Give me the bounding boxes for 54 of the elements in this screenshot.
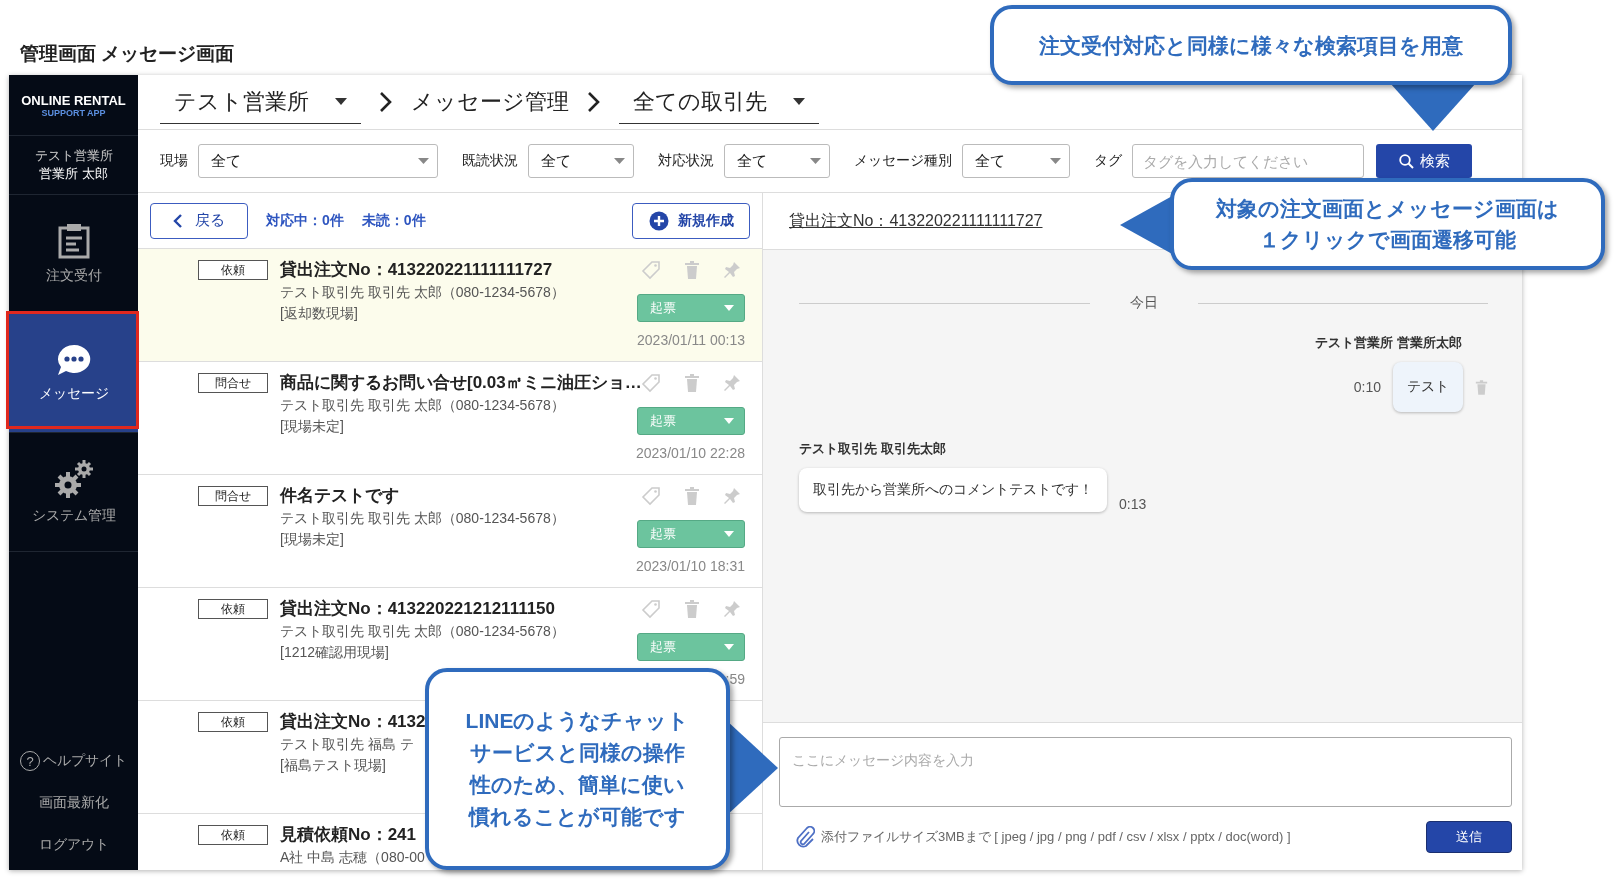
site-text: [1212確認用現場] — [280, 643, 389, 662]
callout-text: １クリックで画面遷移可能 — [1259, 227, 1516, 253]
site-text: [現場未定] — [280, 530, 344, 549]
message-title: 貸出注文No：4132 — [280, 711, 426, 733]
timestamp: 2023/01/10 22:28 — [636, 445, 745, 461]
contact-text: テスト取引先 取引先 太郎（080-1234-5678） — [280, 283, 565, 302]
timestamp: 2023/01/10 18:31 — [636, 558, 745, 574]
message-time: 0:13 — [1119, 496, 1147, 512]
contact-text: テスト取引先 取引先 太郎（080-1234-5678） — [280, 509, 565, 528]
user-name: 営業所 太郎 — [39, 165, 108, 183]
filter-label: メッセージ種別 — [854, 152, 952, 170]
timestamp: 2023/01/11 00:13 — [637, 332, 745, 348]
breadcrumb-item: メッセージ管理 — [411, 88, 569, 116]
callout-text: 性のため、簡単に使い — [470, 772, 685, 798]
message-bubble: 取引先から営業所へのコメントテストです！ — [799, 468, 1107, 512]
message-title: 商品に関するお問い合せ[0.03㎥ミニ油圧ショ… — [280, 372, 642, 394]
callout-text: 慣れることが可能です — [469, 804, 686, 830]
filter-label: 現場 — [160, 152, 188, 170]
in-progress-count: 対応中：0件 — [266, 211, 344, 230]
contact-text: A社 中島 志穂（080-00 — [280, 848, 425, 867]
contact-text: テスト取引先 取引先 太郎（080-1234-5678） — [280, 622, 565, 641]
sender-name: テスト取引先 取引先太郎 — [799, 440, 946, 458]
type-tag: 問合せ — [198, 373, 268, 393]
message-title: 見積依頼No：241 — [280, 824, 417, 846]
message-title: 貸出注文No：413220221212111150 — [280, 598, 556, 620]
message-title: 貸出注文No：413220221111111727 — [280, 259, 553, 281]
timestamp: :59 — [725, 671, 745, 687]
callout-text: 注文受付対応と同様に様々な検索項目を用意 — [1039, 32, 1463, 60]
message-title: 件名テストです — [280, 485, 399, 507]
date-divider: 今日 — [1129, 294, 1158, 312]
app-logo: ONLINE RENTAL SUPPORT APP — [9, 75, 138, 136]
contact-text: テスト取引先 福島 テ — [280, 735, 414, 754]
attachment-note: 添付ファイルサイズ3MBまで [ jpeg / jpg / png / pdf / csv / xlsx / pptx / doc(word) ] — [821, 828, 1291, 846]
type-tag: 依頼 — [198, 260, 268, 280]
site-text: [返却数現場] — [280, 304, 358, 323]
filter-label: 対応状況 — [658, 152, 714, 170]
callout-text: 対象の注文画面とメッセージ画面は — [1216, 196, 1559, 222]
filter-label: タグ — [1094, 152, 1122, 170]
type-tag: 依頼 — [198, 599, 268, 619]
sender-name: テスト営業所 営業所太郎 — [1315, 334, 1462, 352]
type-tag: 依頼 — [198, 825, 268, 845]
type-tag: 依頼 — [198, 712, 268, 732]
message-bubble: テスト — [1393, 362, 1463, 412]
office-name: テスト営業所 — [34, 147, 113, 165]
message-time: 0:10 — [1353, 379, 1381, 395]
contact-text: テスト取引先 取引先 太郎（080-1234-5678） — [280, 396, 565, 415]
site-text: [現場未定] — [280, 417, 344, 436]
callout-text: サービスと同様の操作 — [470, 740, 685, 766]
callout-text: LINEのようなチャット — [465, 708, 690, 735]
unread-count: 未読：0件 — [361, 211, 426, 230]
filter-label: 既読状況 — [462, 152, 518, 170]
type-tag: 問合せ — [198, 486, 268, 506]
page-title: 管理画面 メッセージ画面 — [20, 43, 235, 64]
site-text: [福島テスト現場] — [280, 756, 386, 775]
